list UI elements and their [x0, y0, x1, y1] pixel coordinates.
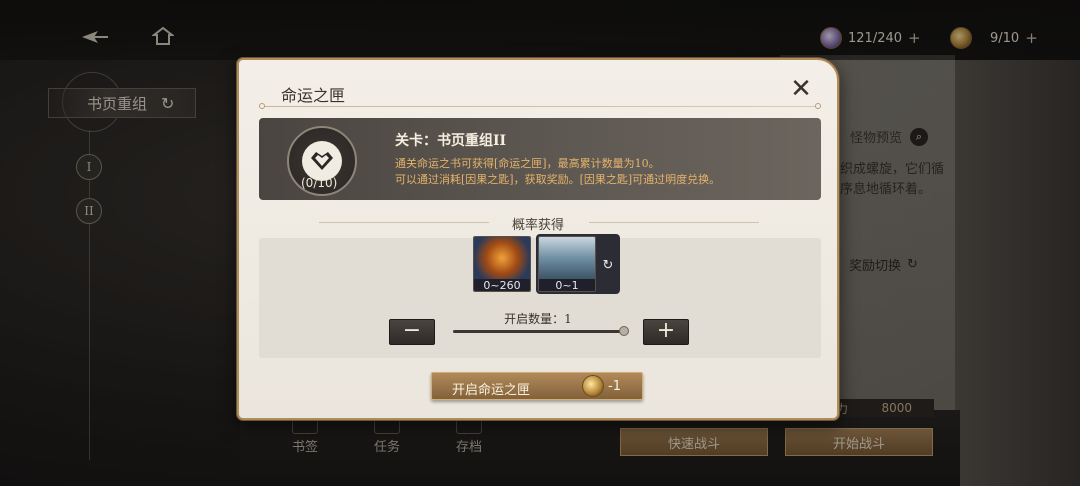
stage-info-box: (0/10) 关卡：书页重组II 通关命运之书可获得[命运之匣]，最高累计数量为… [259, 118, 821, 200]
divider-dot [815, 103, 821, 109]
title-divider [263, 106, 819, 107]
divider-dot [259, 103, 265, 109]
probability-title: 概率获得 [511, 218, 564, 233]
quantity-slider[interactable] [453, 330, 625, 333]
key-currency-icon [582, 375, 604, 397]
dialog-title: 命运之匣 [281, 86, 346, 105]
reward-item-1[interactable]: 0~260 [473, 236, 531, 292]
quantity-plus-button[interactable]: + [643, 319, 689, 345]
box-count: (0/10) [301, 176, 338, 190]
stage-description: 通关命运之书可获得[命运之匣]，最高累计数量为10。 可以通过消耗[因果之匙]，… [395, 156, 720, 188]
reward-qty-1: 0~260 [474, 279, 530, 291]
close-button[interactable]: ✕ [789, 76, 813, 102]
stage-description-line2: 可以通过消耗[因果之匙]，获取奖励。[因果之匙]可通过明度兑换。 [395, 173, 721, 186]
quantity-slider-handle[interactable] [619, 326, 629, 336]
open-fate-box-button[interactable]: 开启命运之匣 -1 [431, 372, 643, 400]
orange-orb-icon [474, 237, 530, 279]
open-quantity-label: 开启数量：1 [504, 312, 572, 326]
reward-qty-2: 0~1 [539, 279, 595, 291]
pillar-item-icon [539, 237, 595, 279]
stage-name: 关卡：书页重组II [395, 133, 507, 149]
open-button-cost: -1 [608, 379, 621, 394]
game-screen: 121/240 + 9/10 + 书页重组 ↻ I II 怪物预览 ⌕ 织成螺旋… [0, 0, 1080, 486]
stage-description-line1: 通关命运之书可获得[命运之匣]，最高累计数量为10。 [395, 157, 660, 170]
open-button-label: 开启命运之匣 [452, 383, 531, 398]
fate-box-dialog: 命运之匣 ✕ (0/10) 关卡：书页重组II 通关命运之书可获得[命运之匣]，… [237, 58, 839, 420]
heart-crest-icon [302, 141, 342, 181]
quantity-minus-button[interactable]: − [389, 319, 435, 345]
reward-item-2[interactable]: 0~1 [538, 236, 596, 292]
reward-refresh-icon[interactable]: ↻ [599, 256, 617, 274]
